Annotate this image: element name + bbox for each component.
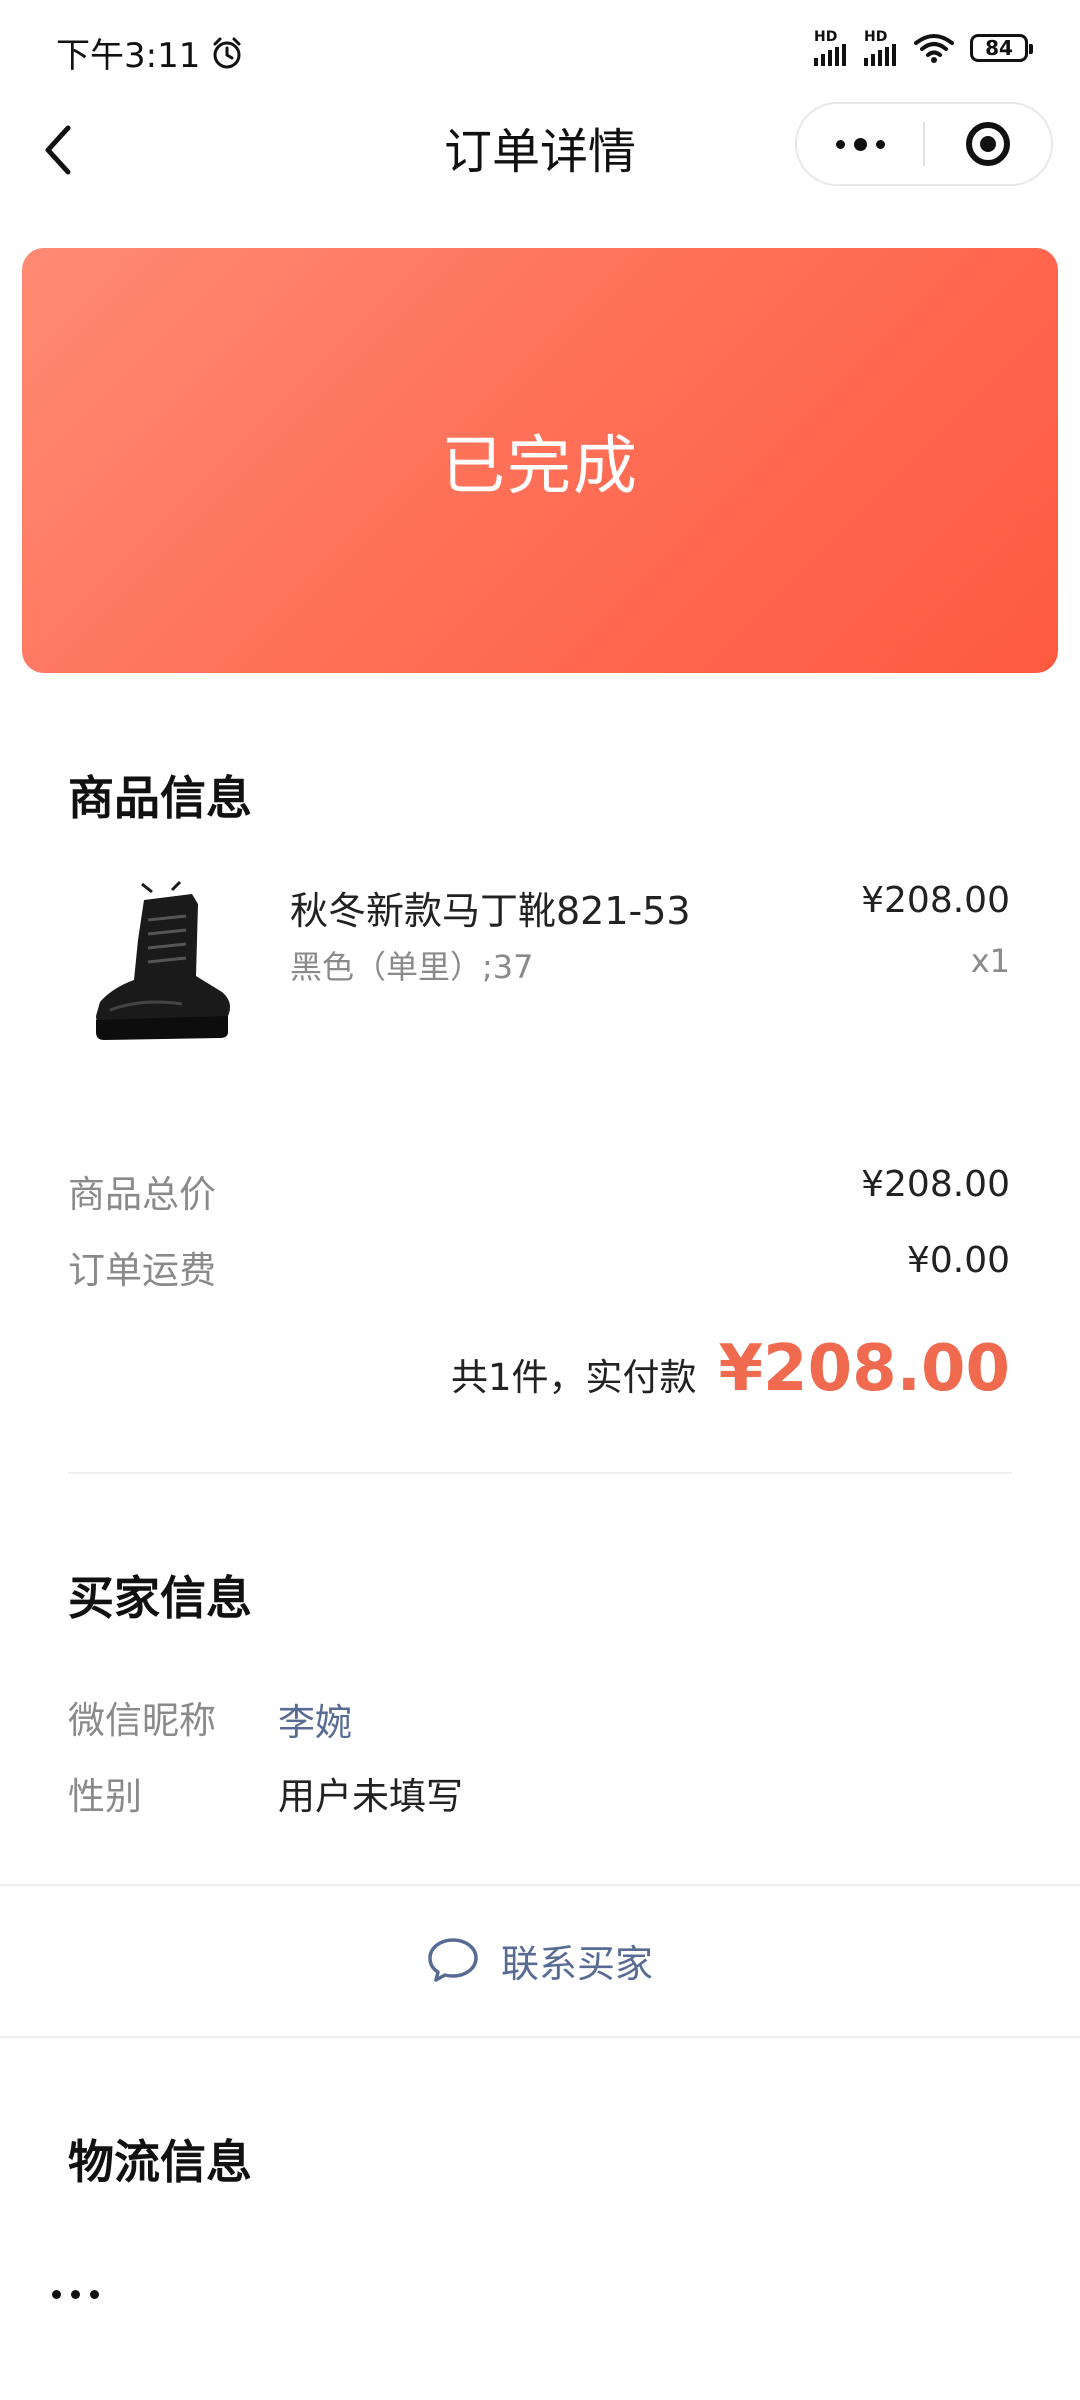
alarm-icon xyxy=(213,37,241,68)
product-image[interactable] xyxy=(82,880,242,1050)
subtotal-label: 商品总价 xyxy=(68,1173,216,1216)
logistics-section-title: 物流信息 xyxy=(68,2135,252,2189)
status-time: 下午3:11 xyxy=(56,28,244,77)
more-dots-icon xyxy=(835,137,885,151)
nickname-label: 微信昵称 xyxy=(68,1699,216,1742)
signal-icon xyxy=(814,44,846,66)
order-status-label: 已完成 xyxy=(441,429,639,504)
product-spec: 黑色（单里）;37 xyxy=(290,948,534,986)
product-section-title: 商品信息 xyxy=(68,771,252,825)
more-button[interactable] xyxy=(797,104,923,184)
gender-value: 用户未填写 xyxy=(278,1775,463,1818)
status-time-text: 下午3:11 xyxy=(56,36,201,76)
bottom-bar xyxy=(0,2220,1080,2400)
section-divider xyxy=(68,1472,1012,1474)
signal-2: HD xyxy=(864,30,898,66)
contact-buyer-button[interactable]: 联系买家 xyxy=(0,1885,1080,2035)
chat-bubble-icon xyxy=(428,1938,478,1982)
hd-label: HD xyxy=(864,29,888,45)
total-label: 共1件，实付款 xyxy=(450,1356,697,1399)
target-icon xyxy=(966,122,1010,166)
hd-label: HD xyxy=(814,29,838,45)
shipping-label: 订单运费 xyxy=(68,1249,216,1292)
total-amount: ¥208.00 xyxy=(718,1332,1011,1406)
gender-label: 性别 xyxy=(68,1775,142,1818)
signal-1: HD xyxy=(814,30,848,66)
buyer-section-title: 买家信息 xyxy=(68,1571,252,1625)
product-quantity: x1 xyxy=(970,942,1010,980)
order-status-banner: 已完成 xyxy=(22,248,1058,673)
contact-divider-bottom xyxy=(0,2036,1080,2038)
subtotal-value: ¥208.00 xyxy=(861,1164,1010,1205)
status-icons: HD HD 84 xyxy=(814,30,1033,66)
product-price: ¥208.00 xyxy=(861,880,1010,921)
signal-icon xyxy=(864,44,896,66)
more-dots-icon[interactable] xyxy=(52,2290,99,2299)
wifi-icon xyxy=(914,34,954,63)
order-total: 共1件，实付款 ¥208.00 xyxy=(451,1332,1010,1406)
shipping-value: ¥0.00 xyxy=(906,1240,1010,1281)
nickname-value[interactable]: 李婉 xyxy=(278,1692,352,1746)
mini-program-capsule xyxy=(795,102,1053,186)
close-button[interactable] xyxy=(925,104,1051,184)
battery-icon: 84 xyxy=(970,34,1033,62)
contact-buyer-label: 联系买家 xyxy=(500,1941,653,1986)
product-name[interactable]: 秋冬新款马丁靴821-53 xyxy=(290,880,691,935)
battery-level: 84 xyxy=(985,36,1013,60)
